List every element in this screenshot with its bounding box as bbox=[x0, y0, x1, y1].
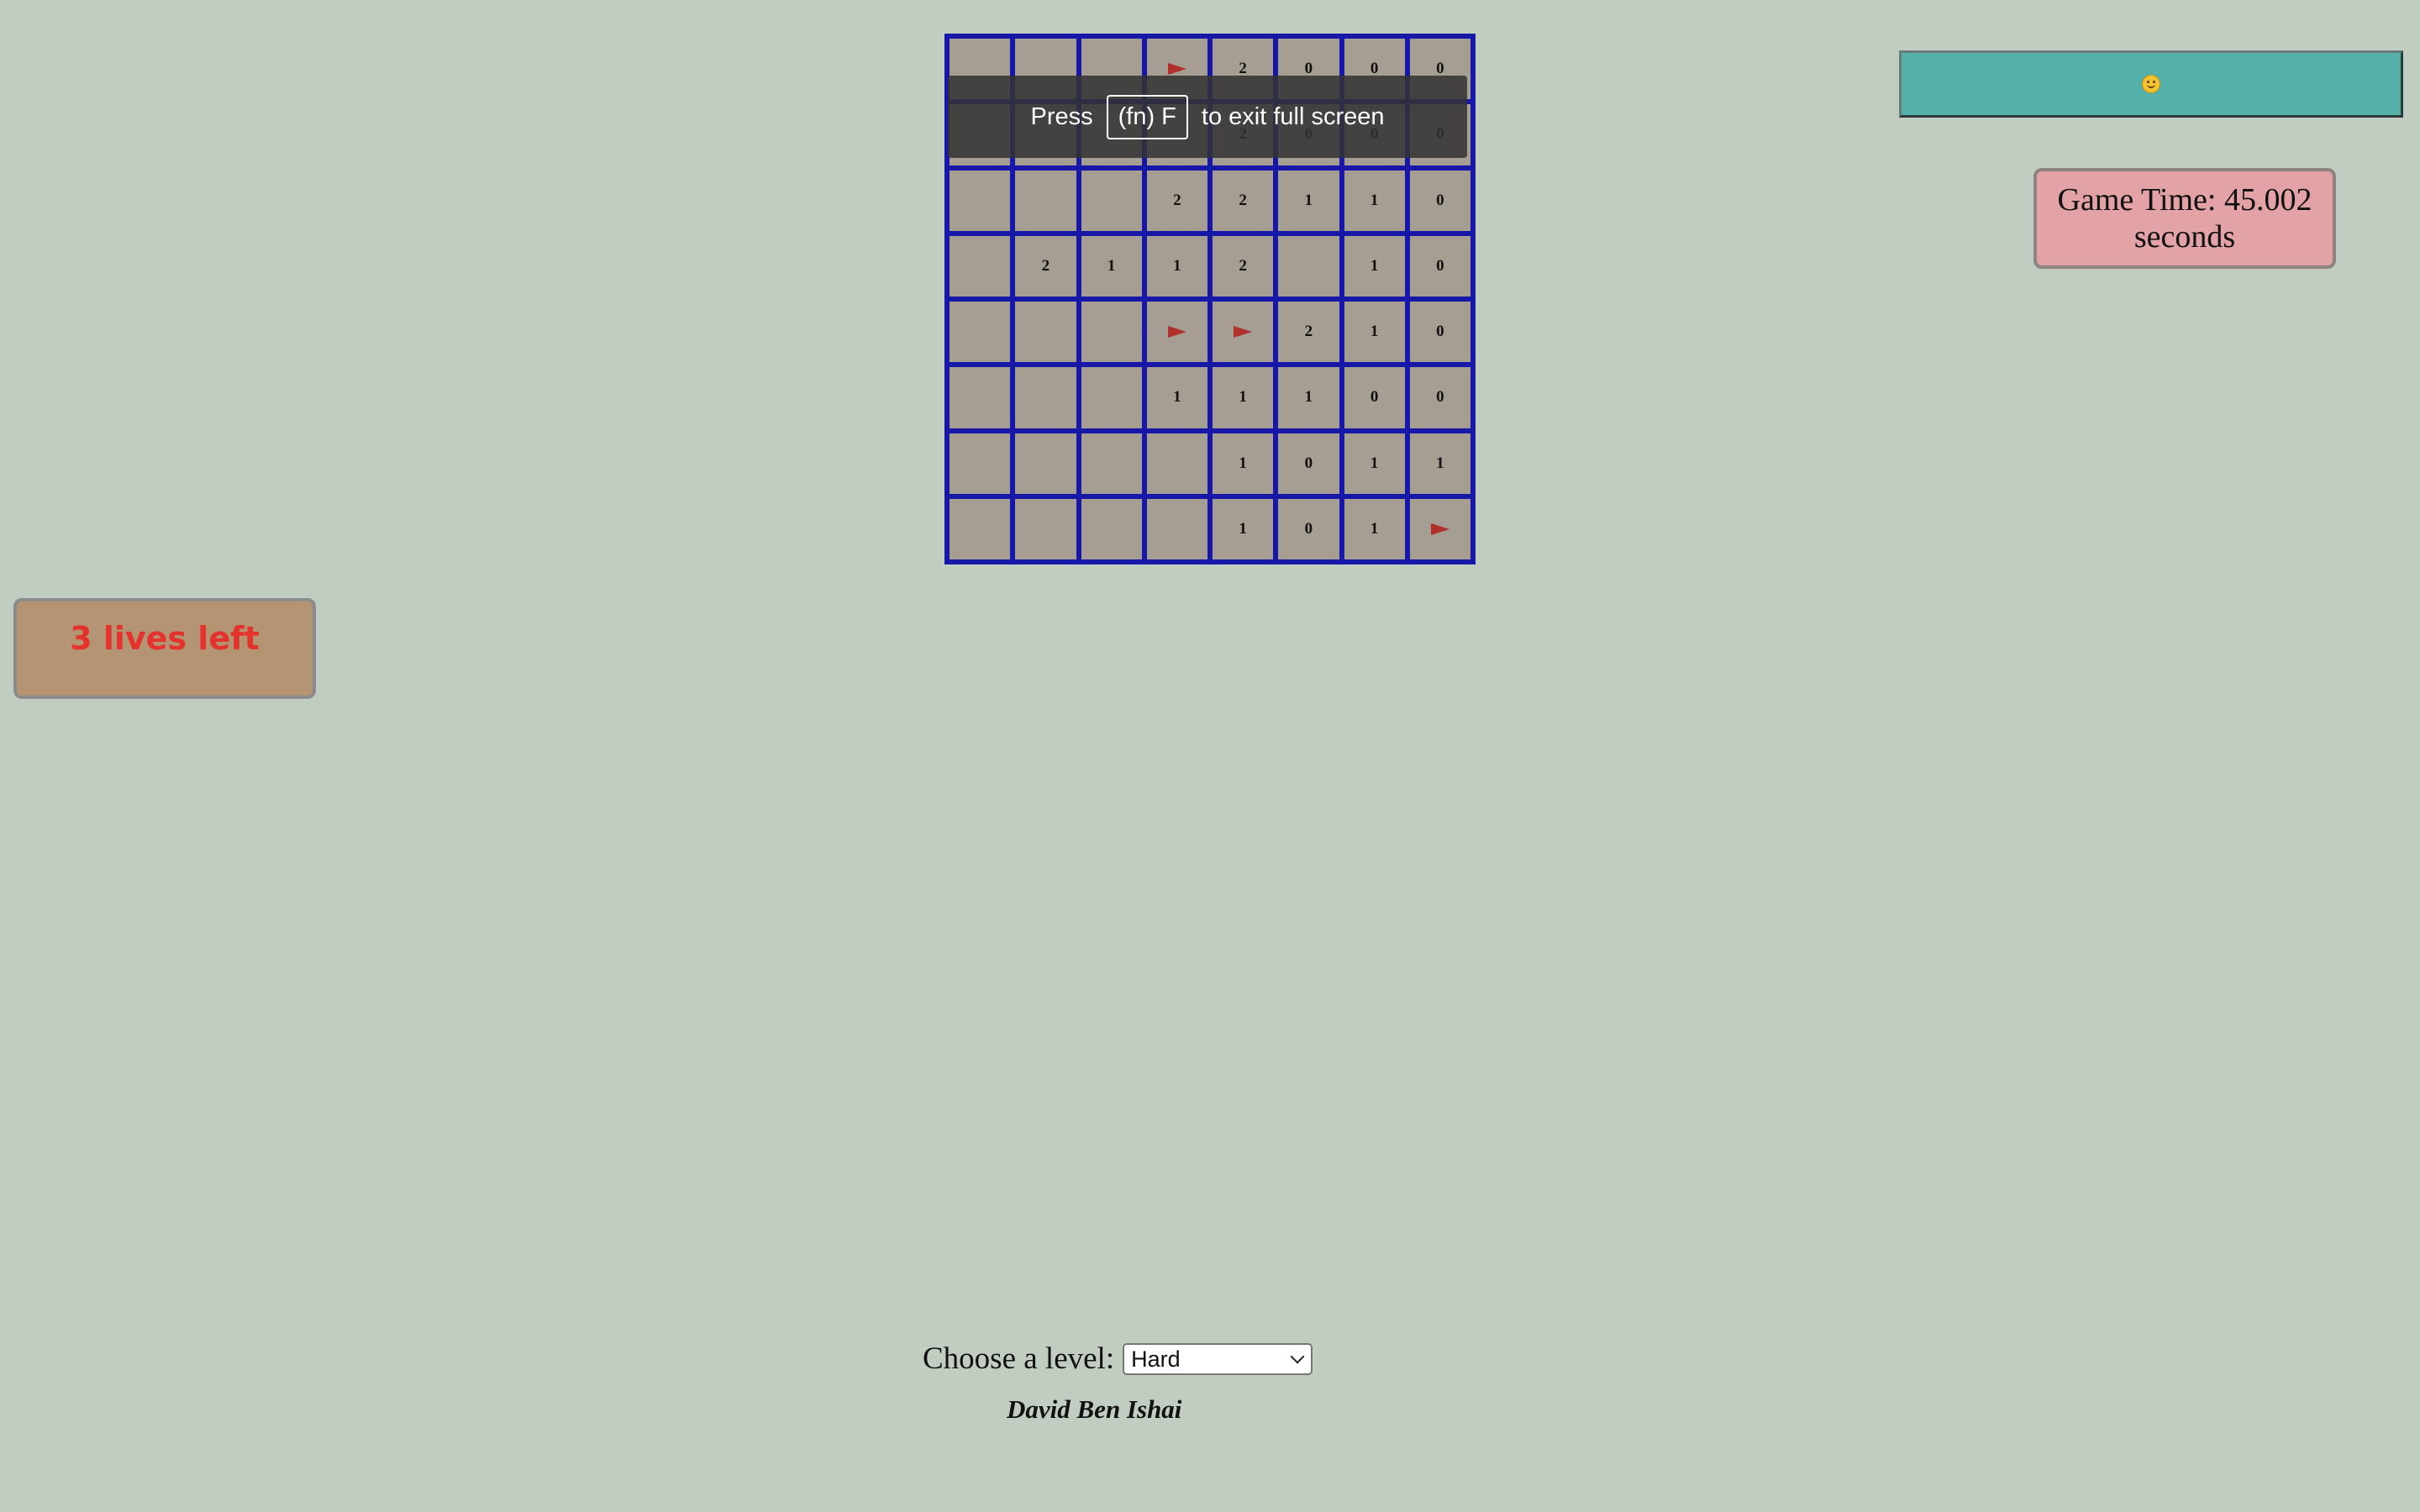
board-cell[interactable]: 1 bbox=[1213, 367, 1274, 428]
reset-game-button[interactable] bbox=[1899, 50, 2403, 118]
cell-number: 2 bbox=[1239, 256, 1247, 275]
board-cell[interactable]: 1 bbox=[1344, 302, 1405, 363]
board-cell[interactable] bbox=[1146, 498, 1207, 559]
cell-number: 2 bbox=[1239, 191, 1247, 209]
board-cell[interactable] bbox=[1015, 170, 1076, 231]
board-cell[interactable]: 2 bbox=[1278, 302, 1339, 363]
cell-number: 1 bbox=[1173, 256, 1181, 275]
board-cell[interactable]: 1 bbox=[1409, 433, 1470, 494]
cell-number: 2 bbox=[1041, 256, 1050, 275]
board-cell[interactable]: 0 bbox=[1409, 367, 1470, 428]
board-cell[interactable]: 0 bbox=[1278, 433, 1339, 494]
cell-number: 2 bbox=[1173, 191, 1181, 209]
cell-number: 0 bbox=[1436, 191, 1444, 209]
board-cell[interactable]: 2 bbox=[1015, 235, 1076, 297]
cell-number: 1 bbox=[1239, 454, 1247, 472]
cell-number: 1 bbox=[1304, 191, 1313, 209]
cell-number: 0 bbox=[1436, 323, 1444, 341]
level-selected-value: Hard bbox=[1131, 1346, 1181, 1372]
fullscreen-notice-key: (fn) F bbox=[1106, 94, 1188, 139]
board-cell[interactable]: 1 bbox=[1278, 367, 1339, 428]
board-cell[interactable]: 0 bbox=[1409, 302, 1470, 363]
cell-number: 1 bbox=[1107, 256, 1116, 275]
board-cell[interactable] bbox=[950, 367, 1011, 428]
board-cell[interactable]: 0 bbox=[1344, 367, 1405, 428]
board-cell[interactable] bbox=[950, 498, 1011, 559]
flag-icon bbox=[1167, 326, 1186, 339]
board-cell[interactable] bbox=[1015, 433, 1076, 494]
board-cell[interactable]: 1 bbox=[1344, 235, 1405, 297]
cell-number: 0 bbox=[1436, 256, 1444, 275]
board-cell[interactable] bbox=[1146, 433, 1207, 494]
board-cell[interactable]: 2 bbox=[1213, 235, 1274, 297]
board-cell[interactable]: 2 bbox=[1146, 170, 1207, 231]
board-cell[interactable] bbox=[1081, 170, 1142, 231]
cell-number: 1 bbox=[1370, 323, 1379, 341]
fullscreen-notice-press: Press bbox=[1030, 102, 1093, 130]
board-cell[interactable]: 1 bbox=[1213, 498, 1274, 559]
board-cell[interactable] bbox=[1015, 302, 1076, 363]
cell-number: 0 bbox=[1370, 388, 1379, 407]
board-cell[interactable] bbox=[1081, 367, 1142, 428]
flag-icon bbox=[1430, 522, 1449, 535]
board-cell[interactable] bbox=[1081, 498, 1142, 559]
board-cell[interactable] bbox=[950, 235, 1011, 297]
board-cell[interactable]: 1 bbox=[1213, 433, 1274, 494]
board-cell[interactable] bbox=[1409, 498, 1470, 559]
author-credit: David Ben Ishai bbox=[1007, 1394, 1182, 1424]
cell-number: 1 bbox=[1370, 519, 1379, 538]
board-cell[interactable] bbox=[950, 170, 1011, 231]
board-cell[interactable]: 0 bbox=[1278, 498, 1339, 559]
smiley-face-icon bbox=[2142, 75, 2160, 93]
board-cell[interactable]: 1 bbox=[1146, 367, 1207, 428]
flag-icon bbox=[1167, 63, 1186, 76]
cell-number: 1 bbox=[1173, 388, 1181, 407]
fullscreen-exit-notice: Press (fn) F to exit full screen bbox=[948, 76, 1467, 158]
fullscreen-notice-text: to exit full screen bbox=[1201, 102, 1385, 130]
level-select[interactable]: Hard bbox=[1123, 1342, 1313, 1375]
cell-number: 1 bbox=[1239, 388, 1247, 407]
cell-number: 2 bbox=[1304, 323, 1313, 341]
lives-counter: 3 lives left bbox=[13, 598, 316, 699]
cell-number: 1 bbox=[1436, 454, 1444, 472]
cell-number: 1 bbox=[1239, 519, 1247, 538]
board-cell[interactable]: 1 bbox=[1344, 433, 1405, 494]
board-cell[interactable]: 1 bbox=[1081, 235, 1142, 297]
board-cell[interactable]: 1 bbox=[1344, 498, 1405, 559]
cell-number: 1 bbox=[1370, 191, 1379, 209]
board-cell[interactable]: 2 bbox=[1213, 170, 1274, 231]
board-cell[interactable] bbox=[1213, 302, 1274, 363]
board-cell[interactable]: 1 bbox=[1344, 170, 1405, 231]
board-cell[interactable]: 1 bbox=[1146, 235, 1207, 297]
cell-number: 0 bbox=[1304, 519, 1313, 538]
board-cell[interactable] bbox=[1081, 302, 1142, 363]
level-label: Choose a level: bbox=[923, 1341, 1115, 1376]
flag-icon bbox=[1234, 326, 1253, 339]
cell-number: 1 bbox=[1370, 454, 1379, 472]
board-cell[interactable] bbox=[1278, 235, 1339, 297]
board-cell[interactable] bbox=[1015, 498, 1076, 559]
board-cell[interactable] bbox=[950, 302, 1011, 363]
board-cell[interactable]: 0 bbox=[1409, 235, 1470, 297]
cell-number: 1 bbox=[1370, 256, 1379, 275]
game-timer: Game Time: 45.002 seconds bbox=[2033, 168, 2336, 269]
cell-number: 0 bbox=[1304, 454, 1313, 472]
board-cell[interactable] bbox=[1146, 302, 1207, 363]
level-selector-row: Choose a level: Hard bbox=[923, 1341, 1313, 1377]
board-cell[interactable] bbox=[1015, 367, 1076, 428]
cell-number: 0 bbox=[1436, 388, 1444, 407]
chevron-down-icon bbox=[1290, 1349, 1305, 1363]
board-cell[interactable] bbox=[950, 433, 1011, 494]
board-cell[interactable]: 1 bbox=[1278, 170, 1339, 231]
board-cell[interactable]: 0 bbox=[1409, 170, 1470, 231]
board-cell[interactable] bbox=[1081, 433, 1142, 494]
cell-number: 1 bbox=[1304, 388, 1313, 407]
